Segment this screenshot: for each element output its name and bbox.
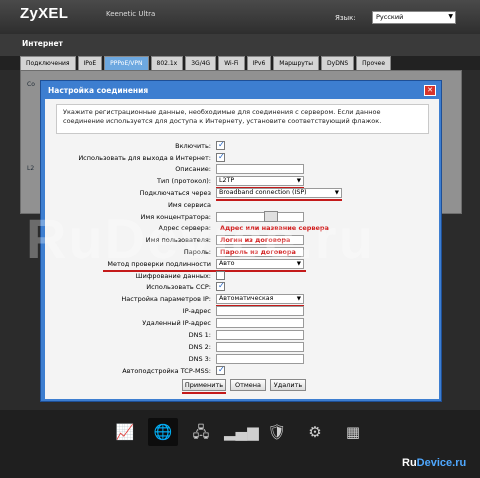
page-title: Интернет: [22, 39, 63, 48]
row-connect-via: Подключаться через Broadband connection …: [45, 188, 439, 201]
use-internet-label: Использовать для выхода в Интернет:: [78, 154, 211, 162]
model-name: Keenetic Ultra: [106, 10, 156, 18]
dns1-label: DNS 1:: [188, 331, 211, 339]
description-input[interactable]: [216, 164, 304, 174]
tcp-mss-label: Автоподстройка TCP-MSS:: [122, 367, 211, 375]
row-protocol: Тип (протокол): L2TP ▼: [45, 176, 439, 189]
chevron-down-icon: ▼: [296, 178, 301, 184]
chart-icon[interactable]: 📈: [110, 418, 140, 446]
network-icon[interactable]: 🖧: [186, 418, 216, 446]
language-select[interactable]: Русский ▼: [372, 11, 456, 24]
description-label: Описание:: [175, 165, 211, 173]
connect-via-select[interactable]: Broadband connection (ISP) ▼: [216, 188, 342, 198]
row-ccp: Использовать CCP:: [45, 281, 439, 293]
dialog-buttons: Применить Отмена Удалить: [45, 379, 439, 394]
ip-input[interactable]: [216, 306, 304, 316]
row-use-internet: Использовать для выхода в Интернет:: [45, 152, 439, 164]
tab-8021x[interactable]: 802.1x: [150, 56, 184, 70]
enable-checkbox[interactable]: [216, 140, 225, 150]
security-shield-icon[interactable]: 🛡: [262, 418, 292, 446]
row-remote-ip: Удаленный IP-адрес: [45, 318, 439, 329]
tab-3g4g[interactable]: 3G/4G: [185, 56, 217, 70]
row-ip: IP-адрес: [45, 306, 439, 317]
internet-globe-icon[interactable]: 🌐: [148, 418, 178, 446]
apps-grid-icon[interactable]: ▦: [338, 418, 368, 446]
settings-gear-icon[interactable]: ⚙: [300, 418, 330, 446]
site-credit-part2: Device.ru: [416, 457, 467, 469]
row-dns3: DNS 3:: [45, 354, 439, 365]
tab-pppoe-vpn[interactable]: PPPoE/VPN: [104, 56, 149, 70]
row-dns1: DNS 1:: [45, 330, 439, 341]
row-encryption: Шифрование данных:: [45, 271, 439, 282]
row-description: Описание:: [45, 164, 439, 175]
remote-ip-input[interactable]: [216, 318, 304, 328]
apply-button[interactable]: Применить: [182, 379, 226, 391]
ccp-checkbox[interactable]: [216, 281, 225, 291]
tab-other[interactable]: Прочее: [356, 56, 392, 70]
dns3-label: DNS 3:: [188, 355, 211, 363]
tab-wifi[interactable]: Wi-Fi: [218, 56, 245, 70]
section-bar: Интернет: [0, 34, 480, 56]
encryption-checkbox[interactable]: [216, 271, 225, 280]
dns1-input[interactable]: [216, 330, 304, 340]
close-button[interactable]: ✕: [424, 85, 436, 96]
connect-via-label: Подключаться через: [139, 189, 211, 197]
chevron-down-icon: ▼: [334, 190, 339, 196]
watermark: RuDevice.ru: [26, 207, 375, 270]
tab-dydns[interactable]: DyDNS: [321, 56, 355, 70]
enable-label: Включить:: [175, 142, 211, 150]
brand-logo: ZyXEL: [20, 5, 69, 22]
ip-settings-value: Автоматическая: [219, 295, 274, 302]
info-text: Укажите регистрационные данные, необходи…: [56, 104, 429, 134]
remote-ip-label: Удаленный IP-адрес: [142, 319, 211, 327]
wifi-signal-icon[interactable]: ▂▄▆: [224, 418, 259, 446]
dialog-header: Настройка соединения ✕: [44, 84, 438, 98]
row-dns2: DNS 2:: [45, 342, 439, 353]
ip-settings-label: Настройка параметров IP:: [121, 295, 211, 303]
dns3-input[interactable]: [216, 354, 304, 364]
tab-ipv6[interactable]: IPv6: [246, 56, 272, 70]
ip-settings-select[interactable]: Автоматическая ▼: [216, 294, 304, 304]
tab-ipoe[interactable]: IPoE: [77, 56, 103, 70]
close-icon: ✕: [427, 86, 433, 94]
protocol-value: L2TP: [219, 177, 235, 184]
top-header: ZyXEL Keenetic Ultra Язык: Русский ▼: [0, 0, 480, 34]
row-ip-settings: Настройка параметров IP: Автоматическая ▼: [45, 294, 439, 307]
ip-label: IP-адрес: [182, 307, 211, 315]
chevron-down-icon: ▼: [296, 296, 301, 302]
cancel-button[interactable]: Отмена: [230, 379, 266, 391]
ccp-label: Использовать CCP:: [146, 283, 211, 291]
dialog-title: Настройка соединения: [48, 86, 149, 95]
site-credit: RuDevice.ru: [402, 457, 466, 469]
protocol-select[interactable]: L2TP ▼: [216, 176, 304, 186]
tab-routes[interactable]: Маршруты: [273, 56, 320, 70]
dock: 📈 🌐 🖧 ▂▄▆ 🛡 ⚙ ▦: [110, 418, 368, 446]
language-label: Язык:: [335, 14, 356, 22]
protocol-label: Тип (протокол):: [157, 177, 211, 185]
tab-connections[interactable]: Подключения: [20, 56, 76, 70]
site-credit-part1: Ru: [402, 457, 417, 469]
encryption-label: Шифрование данных:: [135, 272, 211, 280]
row-tcp-mss: Автоподстройка TCP-MSS:: [45, 365, 439, 377]
use-internet-checkbox[interactable]: [216, 152, 225, 162]
delete-button[interactable]: Удалить: [270, 379, 306, 391]
tcp-mss-checkbox[interactable]: [216, 365, 225, 375]
language-value: Русский: [376, 13, 404, 21]
connect-via-value: Broadband connection (ISP): [219, 189, 307, 196]
tab-bar: Подключения IPoE PPPoE/VPN 802.1x 3G/4G …: [20, 56, 392, 70]
dns2-input[interactable]: [216, 342, 304, 352]
chevron-down-icon: ▼: [448, 13, 453, 20]
row-enable: Включить:: [45, 140, 439, 152]
router-admin-page: ZyXEL Keenetic Ultra Язык: Русский ▼ Инте…: [0, 0, 480, 478]
dns2-label: DNS 2:: [188, 343, 211, 351]
highlight-underline: [182, 392, 226, 394]
